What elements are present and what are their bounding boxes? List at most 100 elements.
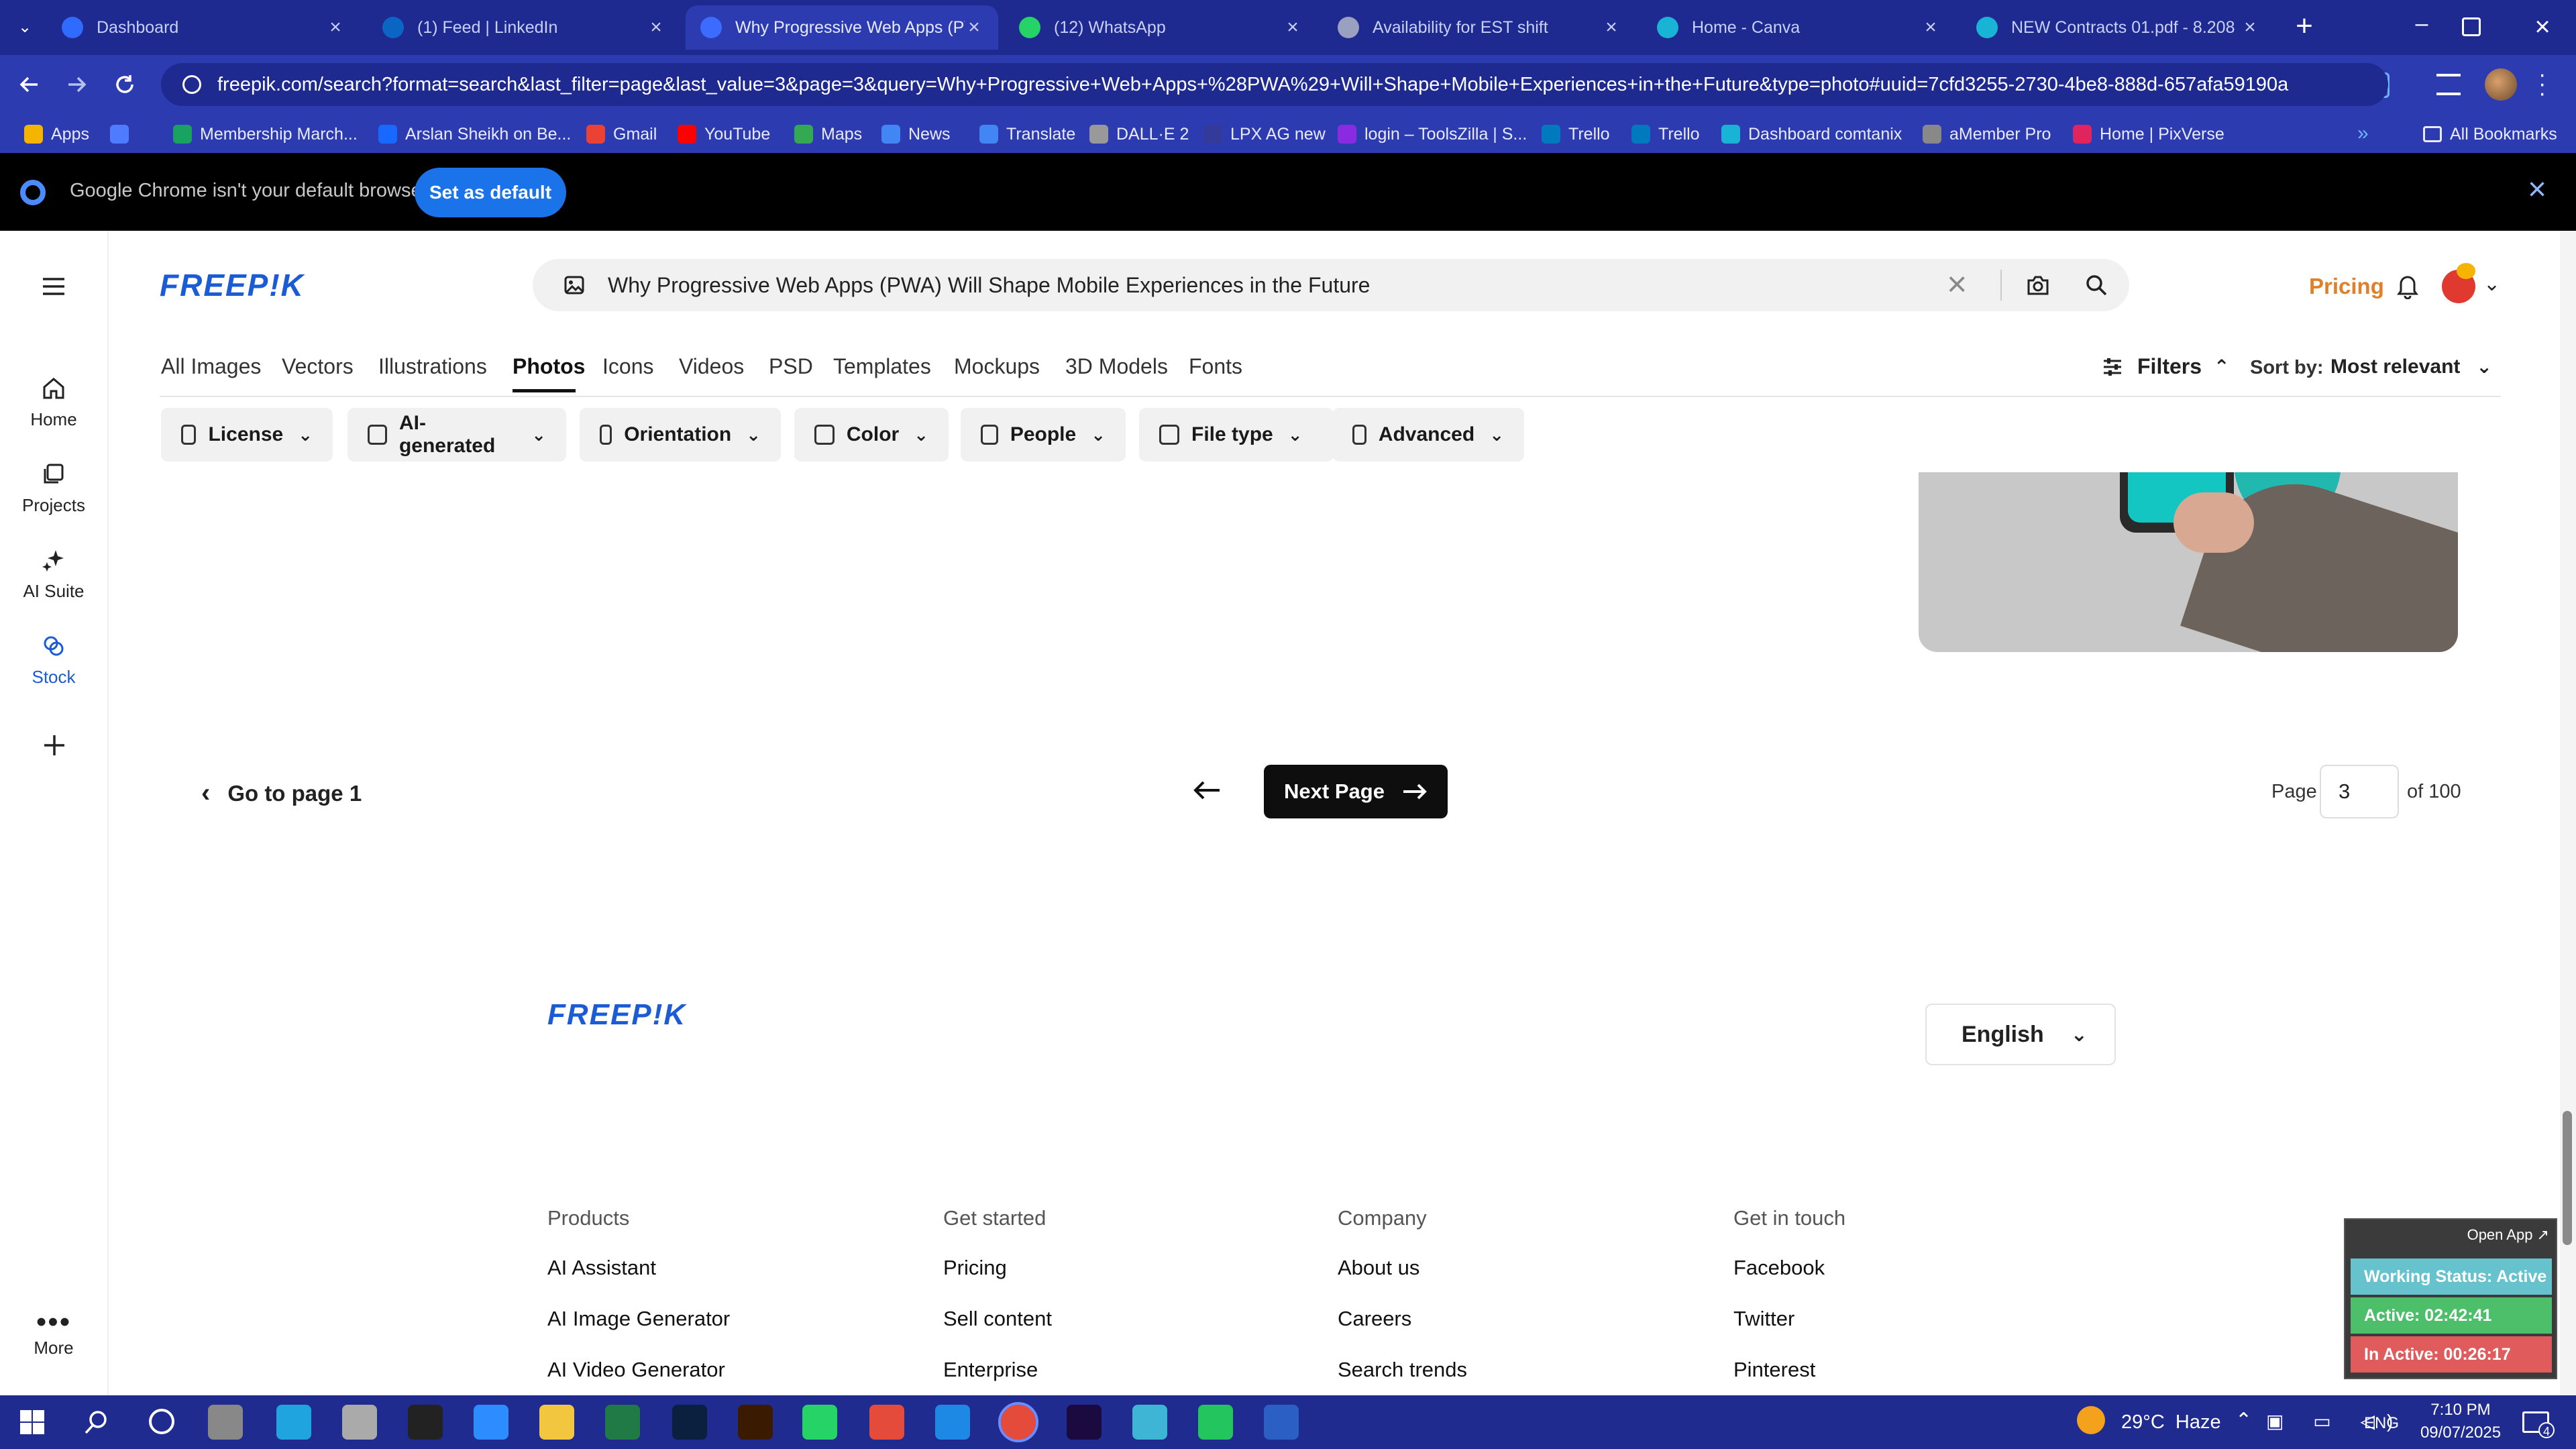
chevron-down-icon[interactable]: ⌄	[2483, 272, 2500, 296]
photoshop-icon[interactable]	[672, 1405, 707, 1440]
bookmark-item[interactable]: Trello	[1542, 115, 1610, 153]
go-to-page-1-link[interactable]: ‹ Go to page 1	[201, 778, 362, 808]
notifications-bell-icon[interactable]	[2395, 272, 2420, 299]
illustrator-icon[interactable]	[738, 1405, 773, 1440]
add-icon[interactable]	[42, 733, 67, 758]
filters-toggle[interactable]: Filters ⌃	[2102, 354, 2230, 379]
close-window-button[interactable]: ×	[2522, 0, 2563, 55]
tab-close-icon[interactable]: ×	[1602, 17, 1621, 38]
bookmarks-overflow-icon[interactable]: »	[2357, 122, 2369, 145]
bookmark-item[interactable]: aMember Pro	[1923, 115, 2051, 153]
tab-category-all-images[interactable]: All Images	[161, 354, 261, 379]
footer-link[interactable]: Sell content	[943, 1307, 1052, 1331]
filter-advanced[interactable]: Advanced ⌄	[1332, 408, 1524, 462]
set-default-button[interactable]: Set as default	[415, 168, 566, 217]
bookmark-item[interactable]: login – ToolsZilla | S...	[1338, 115, 1527, 153]
tray-overflow-icon[interactable]: ⌃	[2235, 1409, 2252, 1432]
bookmark-item[interactable]: Maps	[794, 115, 862, 153]
filter-license[interactable]: License ⌄	[161, 408, 333, 462]
bookmark-item[interactable]: Home | PixVerse	[2073, 115, 2224, 153]
windows-start-icon[interactable]	[19, 1409, 46, 1436]
tab-close-icon[interactable]: ×	[647, 17, 665, 38]
language-selector[interactable]: English ⌄	[1925, 1004, 2116, 1065]
bookmark-item[interactable]: News	[881, 115, 951, 153]
tab-close-icon[interactable]: ×	[2241, 17, 2259, 38]
taskbar-search-icon[interactable]	[83, 1409, 110, 1436]
close-infobar-icon[interactable]: ×	[2528, 173, 2546, 207]
tab-category-psd[interactable]: PSD	[769, 354, 813, 379]
tab-category-3d-models[interactable]: 3D Models	[1065, 354, 1168, 379]
minimize-button[interactable]: –	[2402, 0, 2442, 55]
photo-result-card[interactable]	[1919, 472, 2458, 652]
bookmark-item[interactable]: Membership March...	[173, 115, 358, 153]
premiere-icon[interactable]	[1067, 1405, 1102, 1440]
footer-logo[interactable]: FREEP!K	[547, 998, 686, 1032]
footer-link[interactable]: Enterprise	[943, 1358, 1038, 1382]
profile-avatar[interactable]	[2485, 68, 2517, 101]
tab-category-videos[interactable]: Videos	[679, 354, 744, 379]
bookmark-item[interactable]: Translate	[979, 115, 1075, 153]
footer-link[interactable]: Search trends	[1338, 1358, 1467, 1382]
tab-close-icon[interactable]: ×	[1283, 17, 1302, 38]
browser-tab[interactable]: (12) WhatsApp ×	[1004, 5, 1317, 50]
brand-logo[interactable]: FREEP!K	[160, 267, 305, 303]
footer-link[interactable]: AI Video Generator	[547, 1358, 725, 1382]
reload-icon[interactable]	[111, 71, 138, 98]
sheets-icon[interactable]	[1198, 1405, 1233, 1440]
hamburger-menu-icon[interactable]	[42, 276, 66, 297]
open-app-button[interactable]: Open App ↗	[2467, 1226, 2549, 1244]
chrome-dev-tools-icon[interactable]	[208, 1405, 243, 1440]
address-bar[interactable]: freepik.com/search?format=search&last_fi…	[161, 63, 2388, 106]
tab-close-icon[interactable]: ×	[965, 17, 983, 38]
filter-people[interactable]: People ⌄	[961, 408, 1126, 462]
tab-category-fonts[interactable]: Fonts	[1189, 354, 1242, 379]
bookmark-item[interactable]: Arslan Sheikh on Be...	[378, 115, 571, 153]
filter-ai-generated[interactable]: AI-generated ⌄	[347, 408, 566, 462]
pen-tool-icon[interactable]	[342, 1405, 377, 1440]
media-control-icon[interactable]	[2436, 74, 2461, 95]
bookmark-item[interactable]: Gmail	[586, 115, 657, 153]
bookmark-item[interactable]: Trello	[1631, 115, 1700, 153]
camera-search-icon[interactable]	[2026, 274, 2050, 297]
sidebar-more[interactable]: ••• More	[0, 1307, 107, 1358]
footer-link[interactable]: Facebook	[1733, 1256, 1825, 1280]
whatsapp-icon[interactable]	[802, 1405, 837, 1440]
clock-date[interactable]: 09/07/2025	[2415, 1424, 2506, 1442]
bookmark-item[interactable]: Dashboard comtanix	[1721, 115, 1902, 153]
new-tab-button[interactable]: +	[2288, 9, 2321, 43]
tab-category-templates[interactable]: Templates	[833, 354, 931, 379]
clear-search-icon[interactable]: ×	[1947, 264, 1967, 305]
browser-tab[interactable]: Dashboard ×	[47, 5, 360, 50]
bookmark-item[interactable]: LPX AG new	[1203, 115, 1326, 153]
language-indicator[interactable]: ENG	[2364, 1414, 2399, 1433]
footer-link[interactable]: About us	[1338, 1256, 1419, 1280]
tab-category-illustrations[interactable]: Illustrations	[378, 354, 487, 379]
vscode-icon[interactable]	[935, 1405, 970, 1440]
forward-icon[interactable]	[63, 71, 90, 98]
tab-close-icon[interactable]: ×	[1921, 17, 1940, 38]
tab-category-vectors[interactable]: Vectors	[282, 354, 354, 379]
browser-tab[interactable]: (1) Feed | LinkedIn ×	[368, 5, 680, 50]
file-explorer-icon[interactable]	[539, 1405, 574, 1440]
browser-tab[interactable]: Availability for EST shift ×	[1323, 5, 1635, 50]
filter-file-type[interactable]: File type ⌄	[1139, 408, 1334, 462]
bookmark-item[interactable]: Apps	[24, 115, 89, 153]
footer-link[interactable]: AI Image Generator	[547, 1307, 730, 1331]
browser-tab[interactable]: Home - Canva ×	[1642, 5, 1955, 50]
footer-link[interactable]: Pinterest	[1733, 1358, 1815, 1382]
search-icon[interactable]	[2085, 274, 2108, 297]
all-bookmarks-button[interactable]: All Bookmarks	[2423, 115, 2557, 153]
zoom-icon[interactable]	[474, 1405, 508, 1440]
filter-orientation[interactable]: Orientation ⌄	[580, 408, 781, 462]
sidebar-item-stock[interactable]: Stock	[0, 633, 107, 688]
search-input[interactable]	[608, 267, 1916, 303]
pricing-link[interactable]: Pricing	[2309, 274, 2384, 299]
image-type-icon[interactable]	[564, 275, 585, 295]
weather-text[interactable]: 29°C Haze	[2121, 1411, 2221, 1434]
terminal-icon[interactable]	[408, 1405, 443, 1440]
footer-link[interactable]: Twitter	[1733, 1307, 1794, 1331]
footer-link[interactable]: Careers	[1338, 1307, 1411, 1331]
browser-tab[interactable]: Why Progressive Web Apps (P\ ×	[686, 5, 998, 50]
excel-icon[interactable]	[605, 1405, 640, 1440]
bookmark-item[interactable]: YouTube	[678, 115, 770, 153]
